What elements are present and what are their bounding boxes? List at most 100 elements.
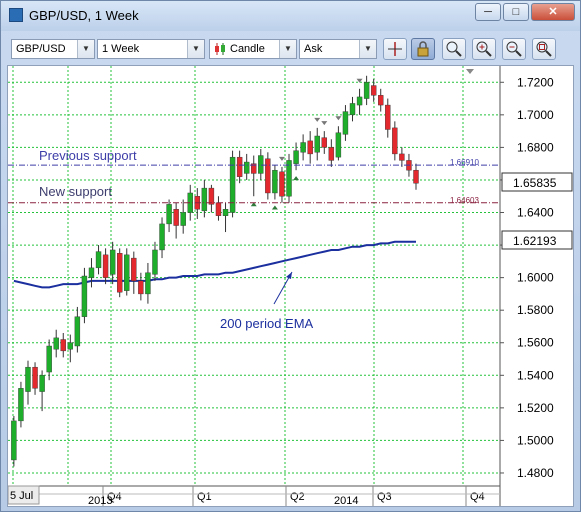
zoom-in-button[interactable] [472,38,496,60]
candle-bear [378,95,384,106]
candle-bear [60,339,66,352]
chart-type-select[interactable]: Candle ▼ [209,39,297,59]
close-button[interactable]: ✕ [531,3,575,21]
candle-bull [342,111,349,135]
fractal-down-icon [278,156,285,161]
title-bar[interactable]: GBP/USD, 1 Week ─ □ ✕ [1,1,580,31]
candle-bear [117,253,123,293]
candle-bear [102,254,109,278]
fractal-down-icon [335,116,342,121]
previous-support-value: 1.66910 [450,158,479,167]
candle-bull [152,249,158,275]
candle-bull [159,223,165,251]
timeframe-select-value: 1 Week [102,43,140,55]
symbol-select[interactable]: GBP/USD ▼ [11,39,95,59]
arrowhead-icon [286,272,292,279]
chart-window: GBP/USD, 1 Week ─ □ ✕ GBP/USD ▼ 1 Week ▼… [0,0,581,512]
chart-toolbar: GBP/USD ▼ 1 Week ▼ Candle ▼ Ask ▼ [7,35,574,63]
candle-bear [321,137,327,148]
candle-bull [222,209,229,216]
candle-bull [74,316,81,347]
price-tick-label: 1.7200 [517,75,554,89]
magnify-button[interactable] [442,38,466,60]
price-chart[interactable]: 1.72001.70001.68001.66001.64001.62001.60… [7,66,573,507]
candle-bear [265,158,271,194]
candle-bull [349,103,356,116]
candle-bear [392,127,398,155]
zoom-fit-button[interactable] [532,38,556,60]
scroll-marker-icon[interactable] [466,69,474,74]
price-type-select[interactable]: Ask ▼ [299,39,377,59]
year-label: 2013 [88,495,112,506]
price-type-value: Ask [304,43,323,55]
new-support-value: 1.64603 [450,196,479,205]
candle-bear [32,366,38,389]
magnify-icon [446,41,462,57]
quarter-label: Q2 [290,491,305,503]
candle-bull [356,96,363,106]
candle-bull [46,345,52,373]
candle-bull [258,155,264,174]
candle-bull [201,187,208,212]
candle-bull [39,375,45,392]
quarter-label: Q1 [197,491,212,503]
chart-type-value: Candle [230,43,265,55]
candle-bear [413,169,419,184]
ema-annotation-label: 200 period EMA [220,316,314,331]
year-label: 2014 [334,495,358,506]
minimize-button[interactable]: ─ [475,3,501,21]
chart-app-icon [9,8,23,22]
zoom-in-icon [476,41,492,57]
price-tick-label: 1.5400 [517,368,554,382]
candle-bull [314,135,320,153]
candle-bull [145,272,151,295]
chevron-down-icon[interactable]: ▼ [359,40,376,58]
fractal-up-icon [271,205,278,210]
lock-button[interactable] [411,38,435,60]
price-axis: 1.72001.70001.68001.66001.64001.62001.60… [500,75,554,480]
candle-bull [109,249,116,275]
fractal-down-icon [321,121,328,126]
quarter-label: Q4 [470,491,485,503]
chevron-down-icon[interactable]: ▼ [187,40,204,58]
zoom-out-button[interactable] [502,38,526,60]
candle-bear [399,153,405,161]
chevron-down-icon[interactable]: ▼ [77,40,94,58]
candle-bear [208,187,215,205]
chart-area[interactable]: 1.72001.70001.68001.66001.64001.62001.60… [7,65,574,507]
lock-icon [417,41,429,57]
fractal-up-icon [293,176,300,181]
zoom-fit-icon [536,41,552,57]
quarter-label: Q3 [377,491,392,503]
candle-bear [173,209,179,226]
candle-bull [88,267,95,278]
price-tick-label: 1.6000 [517,271,554,285]
candle-bull [11,420,17,461]
candle-bull [363,82,370,99]
price-tick-label: 1.6800 [517,140,554,154]
candle-bull [53,337,59,350]
crosshair-icon [388,42,402,56]
candle-icon [215,43,225,55]
price-tick-label: 1.5000 [517,433,554,447]
candle-bear [370,85,377,96]
candle-bull [18,388,24,422]
crosshair-button[interactable] [383,38,407,60]
chevron-down-icon[interactable]: ▼ [279,40,296,58]
new-support-label: New support [39,184,112,199]
symbol-select-value: GBP/USD [16,43,66,55]
candle-bull [286,160,292,197]
candle-bear [279,171,285,197]
previous-support-label: Previous support [39,148,137,163]
timeframe-select[interactable]: 1 Week ▼ [97,39,205,59]
ema-200-line [13,240,416,289]
candle-bull [166,204,172,225]
price-tick-label: 1.4800 [517,466,554,480]
candle-bull [95,251,102,269]
candle-bull [300,142,306,153]
price-tick-label: 1.5600 [517,336,554,350]
candle-bear [138,280,144,295]
maximize-button[interactable]: □ [503,3,529,21]
candle-bull [335,132,342,158]
price-tick-label: 1.7000 [517,108,554,122]
